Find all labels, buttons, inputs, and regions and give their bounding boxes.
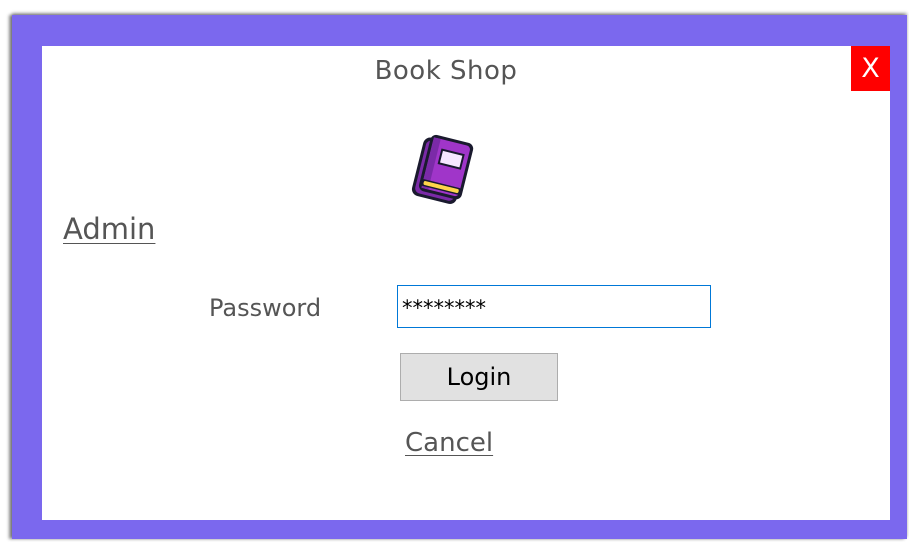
admin-link[interactable]: Admin [63, 212, 155, 246]
close-button[interactable]: X [851, 46, 890, 91]
book-icon [401, 131, 481, 211]
cancel-link[interactable]: Cancel [405, 428, 493, 458]
password-field[interactable] [397, 285, 711, 328]
login-panel: Book Shop X Admin Password ******** Logi… [42, 46, 890, 520]
window-frame: Book Shop X Admin Password ******** Logi… [12, 15, 907, 539]
password-label: Password [209, 294, 322, 322]
login-button[interactable]: Login [400, 353, 558, 401]
window-title: Book Shop [374, 56, 518, 86]
